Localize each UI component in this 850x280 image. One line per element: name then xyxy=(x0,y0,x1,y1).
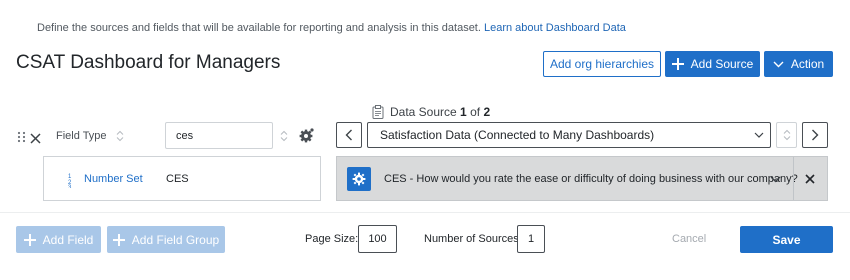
number-of-sources-input[interactable]: 1 xyxy=(517,225,545,253)
add-org-hierarchies-label: Add org hierarchies xyxy=(549,57,655,71)
number-set-value: CES xyxy=(166,173,189,185)
add-field-label: Add Field xyxy=(42,232,94,247)
previous-source-button[interactable] xyxy=(336,122,362,148)
plus-icon xyxy=(23,233,36,246)
add-field-group-button[interactable]: Add Field Group xyxy=(107,226,225,253)
chevron-down-icon xyxy=(773,61,784,67)
settings-square-icon[interactable] xyxy=(347,167,371,191)
page-title: CSAT Dashboard for Managers xyxy=(16,52,281,73)
save-label: Save xyxy=(772,232,801,247)
action-label: Action xyxy=(790,57,825,71)
close-icon[interactable] xyxy=(805,174,815,184)
page-size-input[interactable]: 100 xyxy=(358,225,397,253)
save-button[interactable]: Save xyxy=(740,226,833,253)
close-icon[interactable] xyxy=(30,131,41,144)
data-source-selected: Satisfaction Data (Connected to Many Das… xyxy=(380,128,655,142)
add-source-button[interactable]: Add Source xyxy=(665,51,760,77)
number-set-label[interactable]: Number Set xyxy=(84,173,143,185)
data-source-total: 2 xyxy=(483,105,491,119)
next-source-button[interactable] xyxy=(802,122,828,148)
number-set-box: 123 Number Set CES xyxy=(43,156,321,201)
field-name-input[interactable]: ces xyxy=(165,122,273,149)
data-source-indicator: Data Source 1 of 2 xyxy=(372,105,490,119)
intro-text: Define the sources and fields that will … xyxy=(37,22,626,34)
chevron-down-icon[interactable] xyxy=(770,176,781,183)
field-mapping-row[interactable]: CES - How would you rate the ease or dif… xyxy=(336,156,828,201)
source-order-stepper[interactable] xyxy=(776,122,797,148)
learn-more-link[interactable]: Learn about Dashboard Data xyxy=(484,22,626,34)
svg-text:3: 3 xyxy=(68,185,72,188)
action-button[interactable]: Action xyxy=(764,51,833,77)
plus-icon xyxy=(671,58,684,70)
intro-description: Define the sources and fields that will … xyxy=(37,22,481,34)
field-type-label: Field Type xyxy=(56,130,107,142)
mapping-divider xyxy=(793,157,794,200)
drag-handle-icon[interactable] xyxy=(17,130,27,143)
cancel-button[interactable]: Cancel xyxy=(672,233,706,245)
page-size-label: Page Size: xyxy=(305,233,359,245)
clipboard-icon xyxy=(372,105,384,119)
number-set-icon: 123 xyxy=(68,172,76,193)
add-source-label: Add Source xyxy=(690,57,754,71)
chevron-left-icon xyxy=(345,129,352,141)
mapping-question-text: CES - How would you rate the ease or dif… xyxy=(384,173,798,185)
sort-icon xyxy=(783,129,790,141)
add-org-hierarchies-button[interactable]: Add org hierarchies xyxy=(543,51,661,77)
add-field-group-label: Add Field Group xyxy=(131,232,220,247)
plus-icon xyxy=(112,233,125,246)
data-source-select[interactable]: Satisfaction Data (Connected to Many Das… xyxy=(367,122,771,148)
chevron-down-icon xyxy=(754,132,764,138)
chevron-right-icon xyxy=(812,129,819,141)
data-source-index: 1 xyxy=(460,105,467,119)
footer-divider xyxy=(0,212,850,213)
gear-icon[interactable] xyxy=(298,127,315,149)
sort-icon[interactable] xyxy=(280,129,288,147)
data-source-of: of xyxy=(470,105,481,119)
number-of-sources-label: Number of Sources: xyxy=(424,233,522,245)
add-field-button[interactable]: Add Field xyxy=(16,226,101,253)
sort-icon[interactable] xyxy=(116,129,124,147)
data-source-label: Data Source xyxy=(390,105,457,119)
